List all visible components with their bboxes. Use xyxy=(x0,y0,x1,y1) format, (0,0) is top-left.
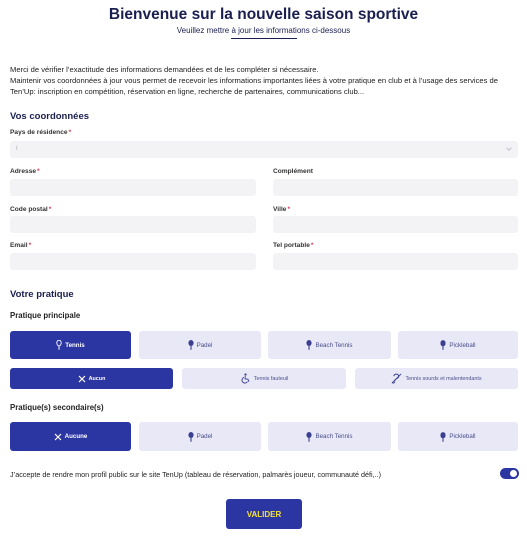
ville-label: Ville* xyxy=(273,206,290,213)
subtitle-underline xyxy=(231,38,297,39)
handi-sourds-button[interactable]: Tennis sourds et malentendants xyxy=(355,368,518,389)
code-postal-label-text: Code postal xyxy=(10,206,48,213)
pays-label: Pays de résidence* xyxy=(10,129,71,136)
close-icon xyxy=(54,433,62,440)
handi-fauteuil-label: Tennis fauteuil xyxy=(253,375,289,382)
toggle-knob xyxy=(510,470,517,477)
pays-select-value: I xyxy=(16,146,18,152)
page-subtitle: Veuillez mettre à jour les informations … xyxy=(176,26,351,35)
pickleball-paddle-icon xyxy=(440,431,446,442)
pickleball-paddle-icon xyxy=(440,340,446,350)
secondaire-aucune-label: Aucune xyxy=(64,433,88,440)
section-title-pratique: Votre pratique xyxy=(10,289,74,300)
complement-input[interactable] xyxy=(273,179,518,196)
padel-racket-icon xyxy=(187,340,194,350)
principale-beach-tennis-label: Beach Tennis xyxy=(315,341,353,349)
principale-padel-label: Padel xyxy=(196,341,213,349)
handi-fauteuil-button[interactable]: Tennis fauteuil xyxy=(182,368,346,389)
required-mark: * xyxy=(48,206,52,213)
principale-tennis-label: Tennis xyxy=(65,341,85,349)
pratique-principale-label: Pratique principale xyxy=(10,311,81,320)
secondaire-beach-tennis-button[interactable]: Beach Tennis xyxy=(268,422,391,451)
tel-input[interactable] xyxy=(273,253,518,270)
secondaire-beach-tennis-label: Beach Tennis xyxy=(315,433,353,440)
hearing-impaired-icon xyxy=(392,373,402,384)
public-profile-consent-text: J’accepte de rendre mon profil public su… xyxy=(10,470,382,479)
secondaire-pickleball-button[interactable]: Pickleball xyxy=(398,422,518,451)
secondaire-pickleball-label: Pickleball xyxy=(449,433,476,440)
intro-text: Merci de vérifier l’exactitude des infor… xyxy=(10,64,515,97)
secondaire-aucune-button[interactable]: Aucune xyxy=(10,422,131,451)
adresse-input[interactable] xyxy=(10,179,256,196)
required-mark: * xyxy=(287,206,291,213)
required-mark: * xyxy=(310,242,314,249)
handi-aucun-button[interactable]: Aucun xyxy=(10,368,173,389)
adresse-label-text: Adresse xyxy=(10,168,37,175)
principale-padel-button[interactable]: Padel xyxy=(139,331,261,359)
submit-button[interactable]: VALIDER xyxy=(226,499,302,529)
adresse-label: Adresse* xyxy=(10,168,40,175)
required-mark: * xyxy=(68,129,72,136)
code-postal-input[interactable] xyxy=(10,216,256,233)
pratique-secondaire-label: Pratique(s) secondaire(s) xyxy=(10,403,104,412)
email-label: Email* xyxy=(10,242,31,249)
section-title-coordonnees: Vos coordonnées xyxy=(10,111,90,122)
ville-input[interactable] xyxy=(273,216,518,233)
required-mark: * xyxy=(28,242,32,249)
pays-label-text: Pays de résidence xyxy=(10,129,68,136)
wheelchair-icon xyxy=(241,373,250,384)
intro-line-2: Maintenir vos coordonnées à jour vous pe… xyxy=(10,76,498,96)
email-label-text: Email xyxy=(10,242,28,249)
public-profile-toggle[interactable] xyxy=(500,468,519,479)
intro-line-1: Merci de vérifier l’exactitude des infor… xyxy=(10,65,319,74)
tel-label-text: Tel portable xyxy=(273,242,310,249)
ville-label-text: Ville xyxy=(273,206,287,213)
beach-tennis-racket-icon xyxy=(306,431,313,442)
secondaire-padel-label: Padel xyxy=(196,433,213,440)
code-postal-label: Code postal* xyxy=(10,206,51,213)
required-mark: * xyxy=(37,168,40,175)
handi-aucun-label: Aucun xyxy=(88,375,106,382)
tennis-racket-icon xyxy=(56,340,62,350)
principale-tennis-button[interactable]: Tennis xyxy=(10,331,131,359)
chevron-down-icon xyxy=(506,147,512,151)
principale-beach-tennis-button[interactable]: Beach Tennis xyxy=(268,331,391,359)
page-title: Bienvenue sur la nouvelle saison sportiv… xyxy=(108,6,419,23)
pays-select[interactable]: I xyxy=(10,141,518,158)
beach-tennis-racket-icon xyxy=(306,340,313,350)
principale-pickleball-label: Pickleball xyxy=(449,341,476,349)
secondaire-padel-button[interactable]: Padel xyxy=(139,422,261,451)
email-input[interactable] xyxy=(10,253,256,270)
handi-sourds-label: Tennis sourds et malentendants xyxy=(405,375,482,382)
principale-pickleball-button[interactable]: Pickleball xyxy=(398,331,518,359)
complement-label: Complément xyxy=(273,168,313,175)
close-icon xyxy=(78,375,86,382)
tel-label: Tel portable* xyxy=(273,242,313,249)
padel-racket-icon xyxy=(187,431,194,442)
